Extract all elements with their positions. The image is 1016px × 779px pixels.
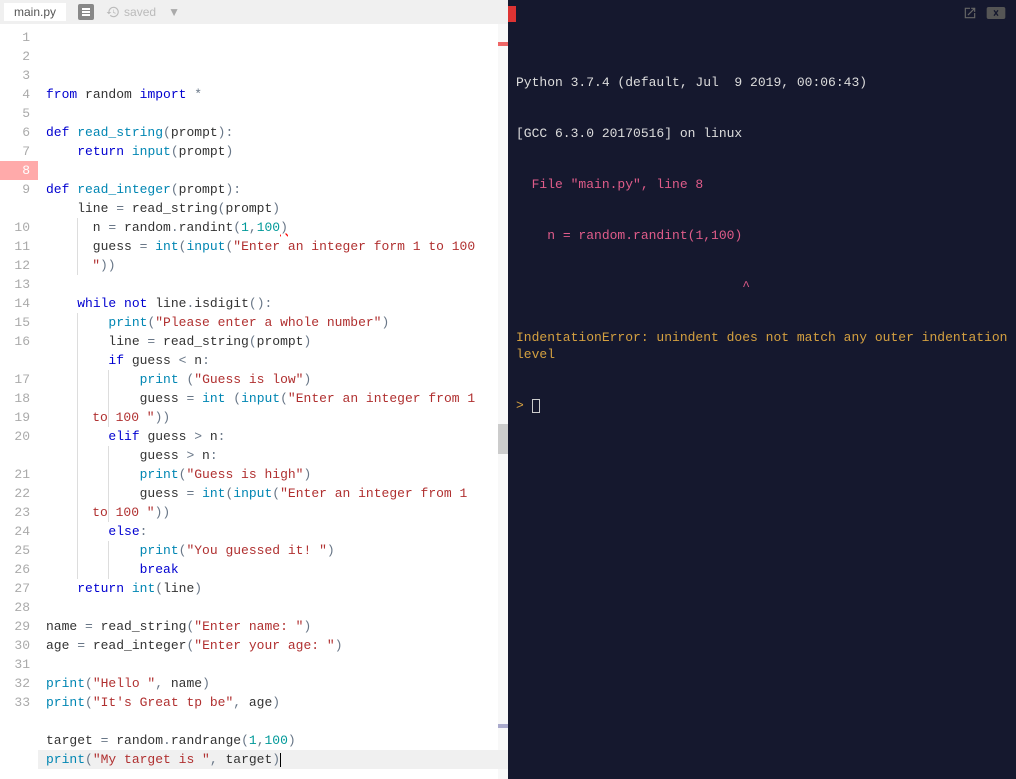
code-line[interactable]: else: — [38, 522, 508, 541]
code-line-wrap[interactable]: to 100 ")) — [38, 503, 508, 522]
editor-pane: main.py saved ▼ 123456789 10111213141516… — [0, 0, 508, 779]
code-line[interactable]: return int(line) — [38, 579, 508, 598]
code-line[interactable]: from random import * — [38, 85, 508, 104]
gcc-version: [GCC 6.3.0 20170516] on linux — [516, 125, 1008, 142]
code-line[interactable]: print ("Guess is low") — [38, 370, 508, 389]
code-line[interactable]: guess = int (input("Enter an integer fro… — [38, 389, 508, 408]
code-line[interactable] — [38, 161, 508, 180]
history-icon — [106, 5, 120, 19]
code-line-wrap[interactable]: ")) — [38, 256, 508, 275]
code-line[interactable] — [38, 598, 508, 617]
code-line[interactable]: print("Please enter a whole number") — [38, 313, 508, 332]
popout-icon[interactable] — [962, 6, 978, 25]
code-line[interactable]: guess = int(input("Enter an integer from… — [38, 484, 508, 503]
traceback-caret: ^ — [516, 278, 1008, 295]
python-version: Python 3.7.4 (default, Jul 9 2019, 00:06… — [516, 74, 1008, 91]
code-line[interactable]: target = random.randrange(1,100) — [38, 731, 508, 750]
code-line[interactable] — [38, 712, 508, 731]
terminal-toolbar — [962, 6, 1006, 25]
code-line[interactable]: name = read_string("Enter name: ") — [38, 617, 508, 636]
code-line[interactable]: line = read_string(prompt) — [38, 332, 508, 351]
code-line[interactable] — [38, 275, 508, 294]
terminal-prompt[interactable]: > — [516, 397, 1008, 414]
terminal-pane[interactable]: Python 3.7.4 (default, Jul 9 2019, 00:06… — [508, 0, 1016, 779]
error-message: IndentationError: unindent does not matc… — [516, 329, 1008, 363]
line-gutter: 123456789 10111213141516 17181920 212223… — [0, 24, 38, 779]
file-list-icon[interactable] — [78, 4, 94, 20]
ide-container: main.py saved ▼ 123456789 10111213141516… — [0, 0, 1016, 779]
clear-icon[interactable] — [986, 6, 1006, 25]
code-line[interactable]: age = read_integer("Enter your age: ") — [38, 636, 508, 655]
minimap-error-marker — [498, 42, 508, 46]
code-line[interactable] — [38, 655, 508, 674]
code-line[interactable] — [38, 104, 508, 123]
code-line[interactable]: if guess < n: — [38, 351, 508, 370]
editor-body[interactable]: 123456789 10111213141516 17181920 212223… — [0, 24, 508, 779]
code-line[interactable]: print("Guess is high") — [38, 465, 508, 484]
code-line-wrap[interactable]: to 100 ")) — [38, 408, 508, 427]
code-line[interactable]: print("It's Great tp be", age) — [38, 693, 508, 712]
code-line[interactable]: break — [38, 560, 508, 579]
code-line[interactable]: return input(prompt) — [38, 142, 508, 161]
code-line[interactable]: line = read_string(prompt) — [38, 199, 508, 218]
code-line[interactable]: while not line.isdigit(): — [38, 294, 508, 313]
code-line[interactable]: n = random.randint(1,100) — [38, 218, 508, 237]
code-line[interactable]: print("Hello ", name) — [38, 674, 508, 693]
code-line[interactable]: elif guess > n: — [38, 427, 508, 446]
traceback-code: n = random.randint(1,100) — [516, 227, 1008, 244]
code-line[interactable]: print("My target is ", target) — [38, 750, 508, 769]
tab-bar: main.py saved ▼ — [0, 0, 508, 24]
code-line[interactable]: guess > n: — [38, 446, 508, 465]
code-line[interactable]: print("You guessed it! ") — [38, 541, 508, 560]
saved-label: saved — [124, 5, 156, 19]
code-line[interactable]: def read_string(prompt): — [38, 123, 508, 142]
traceback-file: File "main.py", line 8 — [516, 176, 1008, 193]
code-line[interactable]: def read_integer(prompt): — [38, 180, 508, 199]
code-area[interactable]: from random import * def read_string(prom… — [38, 24, 508, 779]
file-tab[interactable]: main.py — [4, 3, 66, 21]
terminal-cursor — [532, 399, 540, 413]
saved-indicator: saved — [106, 5, 156, 19]
code-line[interactable]: guess = int(input("Enter an integer form… — [38, 237, 508, 256]
terminal-error-marker — [508, 6, 516, 22]
tab-dropdown-icon[interactable]: ▼ — [168, 5, 180, 19]
